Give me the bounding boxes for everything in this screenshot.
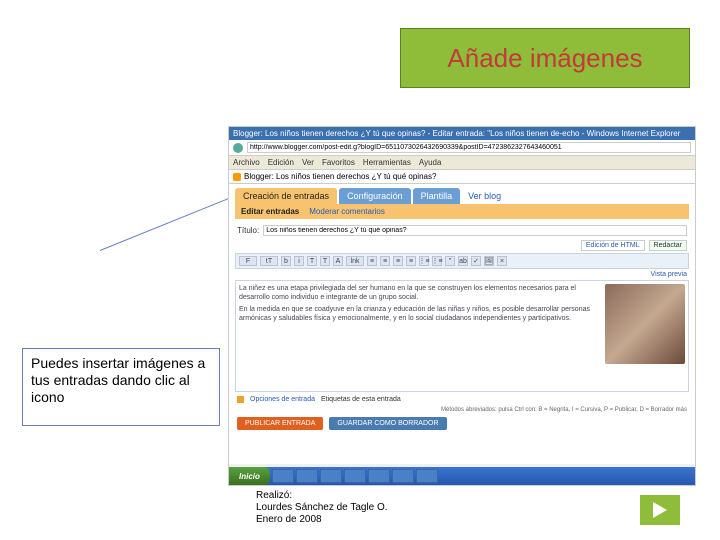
ie-menu-ver[interactable]: Ver [302,158,314,167]
titulo-label: Título: [237,226,259,235]
ie-tab[interactable]: Blogger: Los niños tienen derechos ¿Y tú… [229,170,695,184]
ie-menu-ayuda[interactable]: Ayuda [419,158,442,167]
publish-button[interactable]: PUBLICAR ENTRADA [237,417,323,430]
tool-link[interactable]: lnk [346,256,364,266]
task-item[interactable] [296,469,318,483]
tool-align-l[interactable]: ≡ [367,256,377,266]
credits: Realizó: Lourdes Sánchez de Tagle O. Ene… [256,490,388,526]
ie-menu-bar: Archivo Edición Ver Favoritos Herramient… [229,156,695,170]
options-row: Opciones de entrada Etiquetas de esta en… [235,392,689,407]
options-text: Etiquetas de esta entrada [321,396,401,403]
ie-menu-herramientas[interactable]: Herramientas [363,158,411,167]
tab-verblog[interactable]: Ver blog [462,188,507,204]
next-slide-button[interactable] [640,495,680,525]
slide-title-box: Añade imágenes [400,28,690,88]
editor-p1: La niñez es una etapa privilegiada del s… [239,284,601,302]
tool-align-j[interactable]: ≡ [406,256,416,266]
credits-l2: Lourdes Sánchez de Tagle O. [256,502,388,514]
tool-color[interactable]: T [307,256,317,266]
tool-fontcolor[interactable]: A [333,256,343,266]
tool-bg[interactable]: T [320,256,330,266]
slide-title: Añade imágenes [447,43,642,74]
browser-screenshot: Blogger: Los niños tienen derechos ¿Y tú… [228,126,696,486]
task-item[interactable] [272,469,294,483]
tool-bold[interactable]: b [281,256,291,266]
tool-ul[interactable]: ⋮≡ [432,256,442,266]
globe-icon [233,143,243,153]
mode-redactar[interactable]: Redactar [649,240,687,251]
ie-address-bar [229,140,695,156]
tool-size[interactable]: tT [260,256,278,266]
ie-window-title: Blogger: Los niños tienen derechos ¿Y tú… [229,127,695,140]
editor-image [605,284,685,364]
mode-links: Edición de HTML Redactar [235,240,689,251]
editor-text: La niñez es una etapa privilegiada del s… [239,284,601,388]
tab-configuracion[interactable]: Configuración [339,188,411,204]
tab-plantilla[interactable]: Plantilla [413,188,461,204]
favicon-icon [233,173,241,181]
tool-image-icon[interactable]: 🖼 [484,256,494,266]
options-label[interactable]: Opciones de entrada [250,396,315,403]
save-button[interactable]: GUARDAR COMO BORRADOR [329,417,446,430]
ie-menu-edicion[interactable]: Edición [268,158,294,167]
tool-check[interactable]: ✓ [471,256,481,266]
windows-taskbar: Inicio [229,467,695,485]
task-item[interactable] [344,469,366,483]
ie-menu-favoritos[interactable]: Favoritos [322,158,355,167]
credits-l1: Realizó: [256,490,388,502]
blogger-subtabs: Editar entradas Moderar comentarios [235,204,689,219]
ie-menu-archivo[interactable]: Archivo [233,158,260,167]
action-buttons: PUBLICAR ENTRADA GUARDAR COMO BORRADOR [235,413,689,434]
callout-box: Puedes insertar imágenes a tus entradas … [22,348,220,426]
task-item[interactable] [392,469,414,483]
tool-italic[interactable]: i [294,256,304,266]
tool-ol[interactable]: ⋮≡ [419,256,429,266]
ie-url-input[interactable] [247,142,691,153]
tool-quote[interactable]: " [445,256,455,266]
subtab-editar[interactable]: Editar entradas [241,207,299,216]
tool-remove[interactable]: × [497,256,507,266]
subtab-moderar[interactable]: Moderar comentarios [309,207,385,216]
task-item[interactable] [416,469,438,483]
tool-align-r[interactable]: ≡ [393,256,403,266]
task-item[interactable] [368,469,390,483]
ie-tab-label: Blogger: Los niños tienen derechos ¿Y tú… [244,172,436,181]
tab-creacion[interactable]: Creación de entradas [235,188,337,204]
callout-text: Puedes insertar imágenes a tus entradas … [31,355,205,405]
tool-font[interactable]: F [239,256,257,266]
credits-l3: Enero de 2008 [256,514,388,526]
editor-area[interactable]: La niñez es una etapa privilegiada del s… [235,280,689,392]
tool-spell[interactable]: ab [458,256,468,266]
blogger-body: Creación de entradas Configuración Plant… [229,184,695,464]
titulo-input[interactable] [263,225,687,236]
titulo-row: Título: [235,219,689,242]
editor-toolbar: F tT b i T T A lnk ≡ ≡ ≡ ≡ ⋮≡ ⋮≡ " ab ✓ … [235,253,689,269]
tool-align-c[interactable]: ≡ [380,256,390,266]
task-item[interactable] [320,469,342,483]
preview-link[interactable]: Vista previa [235,269,689,278]
options-toggle-icon[interactable] [237,396,244,403]
editor-p2: En la medida en que se coadyuve en la cr… [239,305,601,323]
blogger-main-tabs: Creación de entradas Configuración Plant… [235,188,689,204]
start-button[interactable]: Inicio [229,467,270,485]
mode-html[interactable]: Edición de HTML [581,240,645,251]
